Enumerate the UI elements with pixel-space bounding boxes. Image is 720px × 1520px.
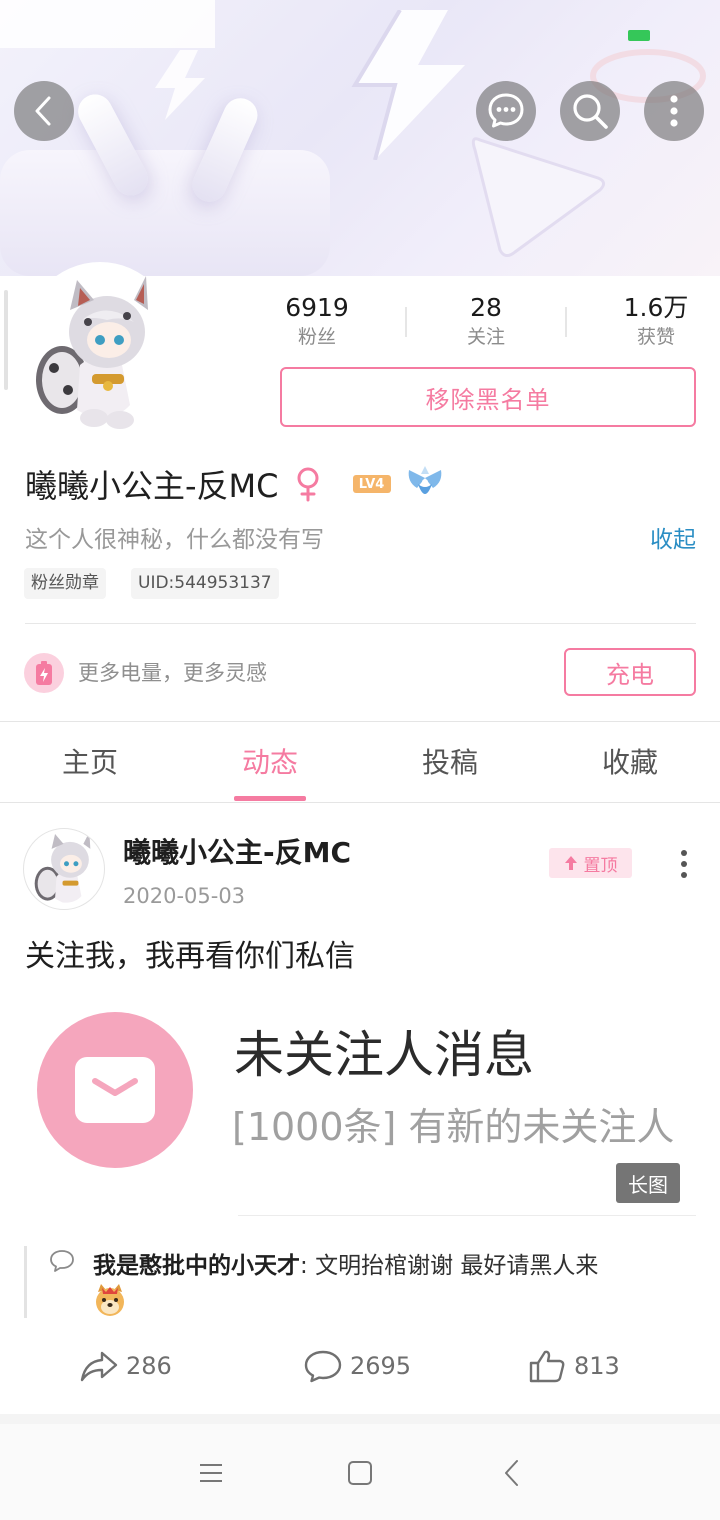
comment-icon [304,1350,342,1383]
divider [238,1215,696,1216]
tab-favorites[interactable]: 收藏 [540,722,720,802]
search-button[interactable] [560,81,620,141]
divider [25,623,696,624]
header-banner [0,0,720,276]
stat-label: 获赞 [636,326,675,348]
name-row: 曦曦小公主-反MC LV4 [25,460,445,508]
post-author-name[interactable]: 曦曦小公主-反MC [123,833,351,873]
thumbs-up-icon [529,1350,565,1383]
charge-promo-text: 更多电量，更多灵感 [78,661,267,685]
avatar[interactable] [22,270,172,435]
like-count: 813 [574,1352,620,1380]
battery-icon [628,30,650,41]
fan-medal-tag[interactable]: 粉丝勋章 [24,568,106,599]
pin-arrow-icon [564,856,577,870]
more-vertical-icon [670,95,678,127]
system-back-button[interactable] [494,1455,530,1491]
stat-label: 粉丝 [297,326,336,348]
tab-home[interactable]: 主页 [0,722,180,802]
menu-icon [200,1464,222,1482]
tab-dynamics[interactable]: 动态 [180,722,360,802]
username: 曦曦小公主-反MC [25,467,279,505]
top-comment[interactable]: 我是憨批中的小天才: 文明抬棺谢谢 最好请黑人来 [93,1248,693,1284]
image-title: 未关注人消息 [234,1026,534,1084]
active-tab-indicator [234,796,306,801]
search-icon [573,94,608,129]
tab-submissions[interactable]: 投稿 [360,722,540,802]
message-button[interactable] [476,81,536,141]
post-author-avatar[interactable] [23,828,105,910]
like-button[interactable]: 813 [528,1346,620,1386]
comment-button[interactable]: 2695 [304,1346,411,1386]
scroll-indicator [4,290,8,390]
stat-following[interactable]: 28 关注 [401,293,571,351]
level-badge: LV4 [352,475,391,493]
stat-followers[interactable]: 6919 粉丝 [232,293,402,351]
pinned-badge: 置顶 [549,848,632,878]
stat-likes[interactable]: 1.6万 获赞 [571,293,720,351]
comment-quote-bar [24,1246,27,1318]
home-button[interactable] [342,1455,378,1491]
remove-blacklist-button[interactable]: 移除黑名单 [280,367,696,427]
comment-username[interactable]: 我是憨批中的小天才 [93,1253,300,1279]
back-arrow-icon [35,96,51,126]
back-button[interactable] [14,81,74,141]
divider [565,307,567,337]
divider [0,1414,720,1424]
share-count: 286 [126,1352,172,1380]
image-subtitle: [1000条] 有新的未关注人 [232,1105,675,1149]
profile-tabs: 主页 动态 投稿 收藏 [0,722,720,802]
banner-decoration [0,150,330,276]
mail-icon [37,1012,193,1168]
bio-text: 这个人很神秘，什么都没有写 [25,527,324,553]
recent-apps-button[interactable] [193,1455,229,1491]
share-button[interactable]: 286 [80,1346,172,1386]
post-more-icon[interactable] [672,846,696,882]
divider [0,802,720,803]
chat-bubble-icon [488,93,524,128]
lightning-decoration-icon [351,10,465,160]
play-decoration-icon [471,137,605,257]
vip-wings-icon[interactable] [405,464,445,504]
more-button[interactable] [644,81,704,141]
collapse-link[interactable]: 收起 [650,522,696,558]
comment-count: 2695 [350,1352,412,1380]
lightning-decoration-icon [155,50,205,120]
comment-text: 文明抬棺谢谢 最好请黑人来 [315,1253,599,1279]
stat-label: 关注 [466,326,505,348]
post-text: 关注我，我再看你们私信 [25,939,355,974]
pinned-label: 置顶 [583,855,618,876]
long-image-badge: 长图 [616,1163,680,1203]
back-chevron-icon [505,1460,518,1486]
home-square-icon [348,1461,372,1485]
post-date: 2020-05-03 [123,884,246,908]
stat-value: 6919 [285,293,349,322]
uid-tag: UID:544953137 [131,568,279,599]
comment-icon [50,1250,74,1272]
doge-emoji-icon [96,1284,124,1316]
battery-charge-icon [24,653,64,693]
charge-button[interactable]: 充电 [564,648,696,696]
banner-decoration [0,0,215,48]
comment-separator: : [300,1253,316,1279]
female-icon [297,467,319,502]
profile-stats: 6919 粉丝 28 关注 1.6万 获赞 [232,293,720,353]
share-icon [80,1351,118,1382]
stat-value: 1.6万 [623,293,689,322]
stat-value: 28 [470,293,502,322]
